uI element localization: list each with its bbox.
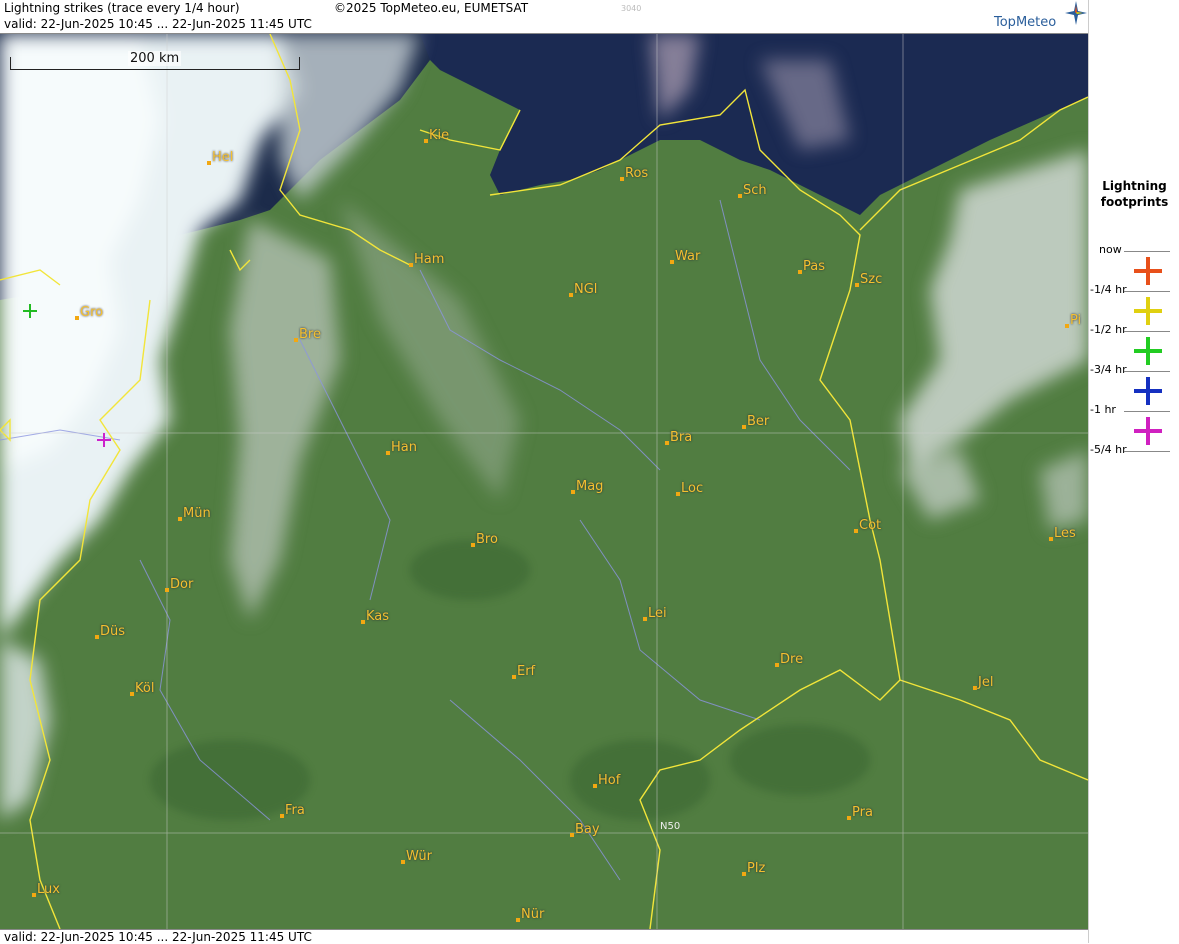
compass-star-icon: [1065, 1, 1087, 25]
lightning-strike-marker[interactable]: [23, 304, 37, 318]
lightning-map-page: Lightning strikes (trace every 1/4 hour)…: [0, 0, 1179, 944]
brand-logo[interactable]: TopMeteo: [994, 15, 1056, 30]
legend-tick: -1/4 hr: [1090, 283, 1127, 296]
legend-tick: -3/4 hr: [1090, 363, 1127, 376]
latitude-label: N50: [660, 821, 681, 832]
legend-tick: -5/4 hr: [1090, 443, 1127, 456]
copyright: ©2025 TopMeteo.eu, EUMETSAT: [334, 1, 529, 15]
legend-cross-icon: [1134, 257, 1162, 285]
legend-title: Lightning footprints: [1100, 179, 1169, 209]
scale-label: 200 km: [128, 51, 182, 66]
legend-cross-icon: [1134, 417, 1162, 445]
legend-tick: now: [1099, 243, 1122, 256]
footer-valid-period: valid: 22-Jun-2025 10:45 ... 22-Jun-2025…: [4, 930, 312, 944]
legend-cross-icon: [1134, 377, 1162, 405]
legend-tick: -1/2 hr: [1090, 323, 1127, 336]
footer-bar: valid: 22-Jun-2025 10:45 ... 22-Jun-2025…: [0, 929, 1088, 944]
legend-panel: Lightning footprints now -1/4 hr -1/2 hr …: [1088, 0, 1179, 943]
legend-cross-icon: [1134, 337, 1162, 365]
map-title: Lightning strikes (trace every 1/4 hour): [4, 1, 240, 15]
legend-cross-icon: [1134, 297, 1162, 325]
legend-tick: -1 hr: [1090, 403, 1116, 416]
satellite-map[interactable]: [0, 34, 1088, 929]
product-code: 3040: [621, 4, 642, 13]
map-canvas: [0, 34, 1088, 929]
lightning-strike-marker[interactable]: [97, 433, 111, 447]
header-bar: Lightning strikes (trace every 1/4 hour)…: [0, 0, 1088, 34]
valid-period: valid: 22-Jun-2025 10:45 ... 22-Jun-2025…: [4, 17, 312, 31]
